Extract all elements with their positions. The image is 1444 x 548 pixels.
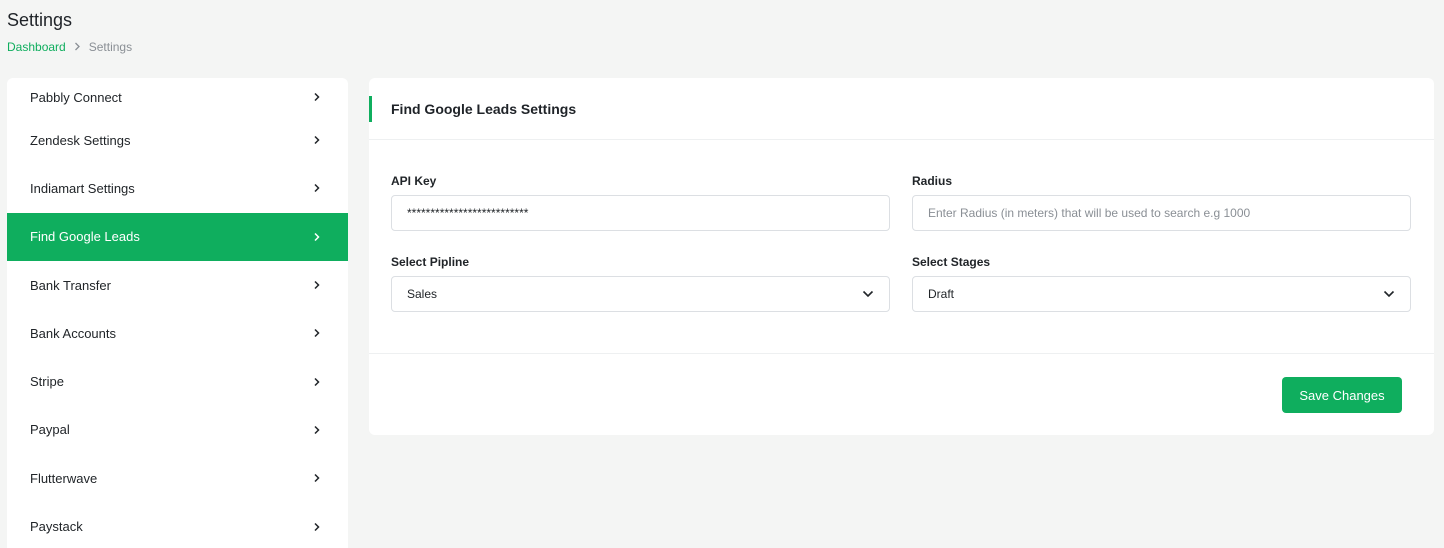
- save-changes-button[interactable]: Save Changes: [1282, 377, 1402, 413]
- page-title: Settings: [7, 10, 73, 30]
- sidebar-item-flutterwave[interactable]: Flutterwave: [7, 454, 348, 502]
- breadcrumb-current: Settings: [88, 40, 133, 54]
- chevron-right-icon: [314, 136, 320, 145]
- settings-form: API Key ************************** Radiu…: [369, 140, 1434, 354]
- chevron-down-icon: [1383, 290, 1395, 298]
- sidebar-item-paystack[interactable]: Paystack: [7, 502, 348, 548]
- api-key-label: API Key: [391, 174, 437, 188]
- sidebar-item-label: Paystack: [30, 519, 83, 535]
- sidebar-item-pabbly-connect[interactable]: Pabbly Connect: [7, 78, 348, 116]
- radius-placeholder: Enter Radius (in meters) that will be us…: [928, 206, 1251, 220]
- card-header: Find Google Leads Settings: [369, 78, 1434, 140]
- sidebar-item-label: Zendesk Settings: [30, 132, 131, 148]
- card-title: Find Google Leads Settings: [391, 100, 577, 117]
- sidebar-item-label: Bank Transfer: [30, 277, 111, 293]
- chevron-down-icon: [862, 290, 874, 298]
- chevron-right-icon: [314, 329, 320, 338]
- settings-sidebar: Pabbly Connect Zendesk Settings Indiamar…: [7, 78, 348, 548]
- sidebar-item-stripe[interactable]: Stripe: [7, 357, 348, 405]
- pipeline-selected-value: Sales: [407, 287, 438, 301]
- sidebar-item-label: Stripe: [30, 374, 64, 390]
- sidebar-item-indiamart-settings[interactable]: Indiamart Settings: [7, 164, 348, 212]
- chevron-right-icon: [314, 184, 320, 193]
- chevron-right-icon: [314, 377, 320, 386]
- sidebar-item-label: Flutterwave: [30, 470, 98, 486]
- sidebar-item-bank-accounts[interactable]: Bank Accounts: [7, 309, 348, 357]
- sidebar-item-label: Indiamart Settings: [30, 180, 135, 196]
- chevron-right-icon: [314, 281, 320, 290]
- stages-select[interactable]: Draft: [912, 276, 1411, 312]
- radius-label: Radius: [912, 174, 953, 188]
- chevron-right-icon: [314, 474, 320, 483]
- pipeline-select[interactable]: Sales: [391, 276, 890, 312]
- sidebar-item-paypal[interactable]: Paypal: [7, 406, 348, 454]
- sidebar-item-label: Find Google Leads: [30, 229, 140, 245]
- sidebar-item-find-google-leads[interactable]: Find Google Leads: [7, 212, 348, 261]
- sidebar-item-label: Bank Accounts: [30, 325, 116, 341]
- stages-label: Select Stages: [912, 255, 991, 269]
- sidebar-item-label: Pabbly Connect: [30, 89, 122, 105]
- radius-input[interactable]: Enter Radius (in meters) that will be us…: [912, 195, 1411, 231]
- stages-selected-value: Draft: [928, 287, 955, 301]
- pipeline-label: Select Pipline: [391, 255, 470, 269]
- breadcrumb: Dashboard Settings: [7, 40, 132, 54]
- chevron-right-icon: [314, 232, 320, 241]
- api-key-input[interactable]: **************************: [391, 195, 890, 231]
- chevron-right-icon: [74, 40, 81, 54]
- api-key-value: **************************: [407, 206, 529, 220]
- sidebar-item-zendesk-settings[interactable]: Zendesk Settings: [7, 116, 348, 164]
- breadcrumb-dashboard-link[interactable]: Dashboard: [7, 40, 66, 54]
- chevron-right-icon: [314, 522, 320, 531]
- chevron-right-icon: [314, 92, 320, 102]
- sidebar-item-bank-transfer[interactable]: Bank Transfer: [7, 261, 348, 309]
- settings-card: Find Google Leads Settings API Key *****…: [369, 78, 1434, 435]
- header-accent-bar: [369, 96, 372, 122]
- chevron-right-icon: [314, 425, 320, 434]
- sidebar-item-label: Paypal: [30, 422, 70, 438]
